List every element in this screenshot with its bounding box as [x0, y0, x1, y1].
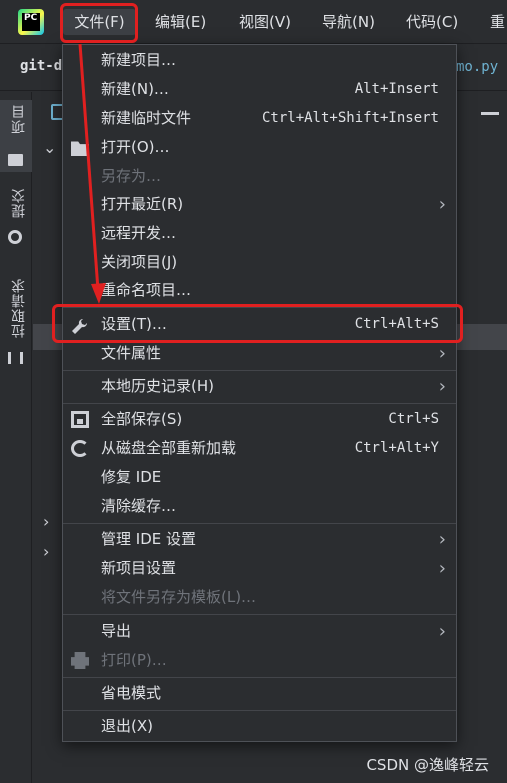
menu-item-label: 修复 IDE [101, 468, 162, 486]
menu-item-label: 另存为… [101, 167, 162, 185]
menu-item-open[interactable]: 打开(O)… [63, 133, 456, 162]
menu-item-label: 省电模式 [101, 684, 162, 702]
menu-item-exit[interactable]: 退出(X) [63, 712, 456, 741]
menu-separator [63, 403, 456, 404]
left-tool-stripe: 项目 提交 拉取请求 [0, 92, 32, 783]
submenu-arrow-icon: › [438, 343, 446, 364]
folder-open-icon [71, 141, 89, 156]
annotation-highlight-settings [52, 304, 463, 343]
menu-view[interactable]: 视图(V) [239, 9, 291, 35]
menu-item-label: 新建项目… [101, 51, 177, 69]
menu-item-new-scratch-file[interactable]: 新建临时文件 Ctrl+Alt+Shift+Insert [63, 104, 456, 133]
menu-item-new-project-settings[interactable]: 新项目设置 › [63, 554, 456, 583]
submenu-arrow-icon: › [438, 621, 446, 642]
menu-item-label: 远程开发… [101, 224, 177, 242]
menu-item-label: 重命名项目… [101, 281, 192, 299]
logo-text: PC [22, 13, 40, 31]
menu-item-print[interactable]: 打印(P)… [63, 646, 456, 675]
menu-item-remote-development[interactable]: 远程开发… [63, 219, 456, 248]
menu-item-shortcut: Ctrl+Alt+Shift+Insert [261, 110, 439, 126]
menu-item-new-project[interactable]: 新建项目… [63, 46, 456, 75]
reload-icon [71, 440, 89, 457]
menu-item-local-history[interactable]: 本地历史记录(H) › [63, 372, 456, 401]
menu-item-label: 打印(P)… [101, 651, 167, 669]
menu-item-label: 新项目设置 [101, 559, 177, 577]
menu-item-rename-project[interactable]: 重命名项目… [63, 276, 456, 305]
menu-separator [63, 710, 456, 711]
menu-item-label: 全部保存(S) [101, 410, 183, 428]
chevron-down-icon[interactable]: ⌄ [43, 138, 56, 157]
menu-navigate[interactable]: 导航(N) [322, 9, 375, 35]
menu-item-export[interactable]: 导出 › [63, 617, 456, 646]
menu-item-manage-ide-settings[interactable]: 管理 IDE 设置 › [63, 525, 456, 554]
menu-separator [63, 523, 456, 524]
watermark: CSDN @逸峰轻云 [366, 756, 489, 774]
menu-item-shortcut: Ctrl+S [388, 411, 439, 427]
menu-item-label: 关闭项目(J) [101, 253, 178, 271]
submenu-arrow-icon: › [438, 558, 446, 579]
menu-item-label: 导出 [101, 622, 132, 640]
menu-item-file-properties[interactable]: 文件属性 › [63, 339, 456, 368]
minimize-icon[interactable] [481, 112, 499, 115]
commit-icon [8, 230, 22, 244]
chevron-right-icon[interactable]: › [43, 542, 49, 561]
menu-item-label: 管理 IDE 设置 [101, 530, 196, 548]
tool-window-commit-label: 提交 [11, 188, 27, 218]
chevron-right-icon[interactable]: › [43, 512, 49, 531]
tool-window-project[interactable]: 项目 [0, 100, 32, 172]
pull-request-icon [8, 352, 23, 364]
menu-item-repair-ide[interactable]: 修复 IDE [63, 463, 456, 492]
file-menu-dropdown: 新建项目… 新建(N)… Alt+Insert 新建临时文件 Ctrl+Alt+… [62, 44, 457, 742]
menu-separator [63, 614, 456, 615]
menu-item-label: 新建临时文件 [101, 109, 192, 127]
menu-item-label: 打开最近(R) [101, 195, 184, 213]
menu-code[interactable]: 代码(C) [406, 9, 458, 35]
menu-item-reload-all[interactable]: 从磁盘全部重新加载 Ctrl+Alt+Y [63, 434, 456, 463]
menu-item-close-project[interactable]: 关闭项目(J) [63, 248, 456, 277]
menu-item-label: 从磁盘全部重新加载 [101, 439, 237, 457]
submenu-arrow-icon: › [438, 194, 446, 215]
pycharm-logo-icon[interactable]: PC [18, 9, 44, 35]
tool-window-commit[interactable]: 提交 [0, 188, 32, 248]
tool-window-project-label: 项目 [11, 104, 27, 134]
menu-item-save-all[interactable]: 全部保存(S) Ctrl+S [63, 405, 456, 434]
menu-item-label: 退出(X) [101, 717, 153, 735]
project-name[interactable]: git-demo [20, 58, 62, 74]
tool-window-pull-requests-label: 拉取请求 [11, 278, 27, 338]
menu-item-save-as-template[interactable]: 将文件另存为模板(L)… [63, 583, 456, 612]
menu-item-label: 新建(N)… [101, 80, 169, 98]
menu-item-label: 文件属性 [101, 344, 162, 362]
tool-window-pull-requests[interactable]: 拉取请求 [0, 278, 32, 374]
menu-item-label: 打开(O)… [101, 138, 170, 156]
menu-edit[interactable]: 编辑(E) [155, 9, 206, 35]
menu-item-open-recent[interactable]: 打开最近(R) › [63, 190, 456, 219]
menu-item-power-save-mode[interactable]: 省电模式 [63, 679, 456, 708]
save-icon [71, 411, 89, 428]
editor-tab[interactable]: mo.py [456, 59, 498, 75]
menu-item-label: 本地历史记录(H) [101, 377, 214, 395]
menu-refactor[interactable]: 重 [490, 9, 505, 35]
annotation-highlight-file-menu [60, 3, 138, 43]
printer-icon [71, 652, 89, 669]
menu-separator [63, 370, 456, 371]
menu-item-shortcut: Ctrl+Alt+Y [354, 440, 439, 456]
submenu-arrow-icon: › [438, 529, 446, 550]
menu-separator [63, 677, 456, 678]
folder-icon [8, 154, 23, 166]
submenu-arrow-icon: › [438, 376, 446, 397]
menu-item-save-as[interactable]: 另存为… [63, 162, 456, 191]
menu-item-shortcut: Alt+Insert [354, 81, 439, 97]
menu-item-label: 清除缓存… [101, 497, 177, 515]
menu-item-new[interactable]: 新建(N)… Alt+Insert [63, 75, 456, 104]
menu-item-label: 将文件另存为模板(L)… [101, 588, 257, 606]
menu-item-invalidate-caches[interactable]: 清除缓存… [63, 492, 456, 521]
